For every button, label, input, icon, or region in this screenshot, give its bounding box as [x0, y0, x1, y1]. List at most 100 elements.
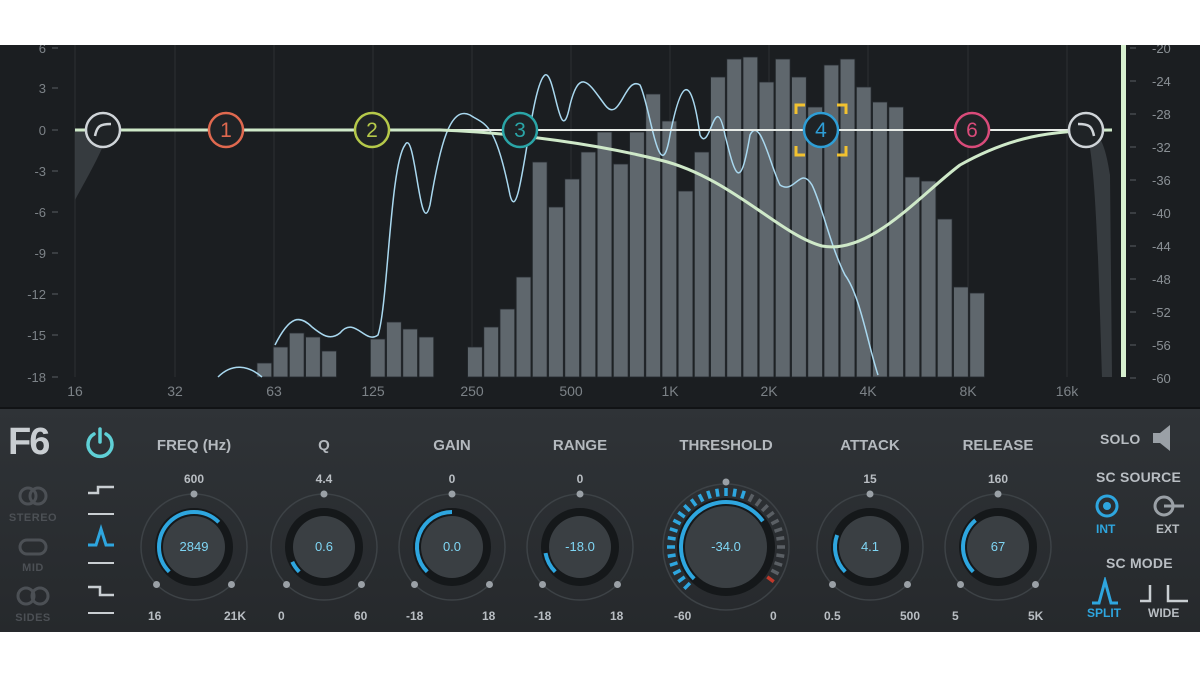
y-right-label: -52 [1152, 305, 1171, 320]
x-label: 1K [661, 383, 679, 399]
band-node-highcut[interactable] [1067, 111, 1105, 149]
spectrum-bar [645, 93, 661, 378]
int-icon[interactable] [1094, 493, 1120, 519]
band-node-label: 3 [514, 119, 526, 142]
logo: F6 [8, 421, 50, 463]
x-label: 32 [167, 383, 183, 399]
spectrum-bar [418, 336, 435, 378]
x-label: 2K [760, 383, 778, 399]
bell-icon [88, 523, 114, 547]
ext-label[interactable]: EXT [1156, 522, 1179, 536]
wide-icon[interactable] [1138, 579, 1190, 605]
y-left-label: -9 [34, 246, 46, 261]
band-node-band6[interactable]: 6 [953, 111, 991, 149]
spectrum-bar [742, 56, 759, 378]
y-right-label: -24 [1152, 74, 1171, 89]
param-min: 16 [148, 609, 162, 623]
sides-label[interactable]: SIDES [8, 612, 58, 624]
spectrum-bar [937, 218, 953, 378]
param-min: -60 [674, 609, 692, 623]
y-left-label: 6 [39, 45, 46, 56]
f6-plugin-window: 6 3 0 -3 -6 -9 -12 -15 -18 -20 -24 -28 -32 -36 -40 -44… [0, 45, 1200, 633]
band-node-lowcut[interactable] [84, 111, 122, 149]
mid-label[interactable]: MID [8, 562, 58, 574]
param-max: 60 [354, 609, 368, 623]
ext-icon[interactable] [1152, 493, 1186, 519]
band-node-band1[interactable]: 1 [207, 111, 245, 149]
spectrum-bar [661, 120, 678, 378]
x-label: 125 [361, 383, 385, 399]
spectrum-bar [888, 106, 904, 378]
band-node-band3[interactable]: 3 [501, 111, 539, 149]
param-max: 18 [610, 609, 624, 623]
spectrum-bar [580, 151, 597, 378]
spectrum-bar [596, 131, 613, 378]
param-value[interactable]: 67 [968, 539, 1028, 554]
eq-display[interactable]: 6 3 0 -3 -6 -9 -12 -15 -18 -20 -24 -28 -32 -36 -40 -44… [0, 45, 1200, 407]
spectrum-bar [953, 286, 969, 378]
spectrum-bar [564, 178, 580, 378]
spectrum-bar [515, 276, 532, 378]
band-type-selector[interactable] [86, 483, 116, 633]
spectrum-graph[interactable]: 630-3-6-9-12-15-18 -20-24-28-32-36-40-44… [0, 45, 1200, 407]
split-label[interactable]: SPLIT [1087, 606, 1121, 620]
int-label[interactable]: INT [1096, 522, 1115, 536]
cut-icon [88, 585, 114, 597]
band-node-label: 6 [966, 119, 978, 142]
spectrum-bar [791, 76, 807, 378]
output-meter [1121, 45, 1126, 377]
speaker-icon[interactable] [1150, 423, 1176, 453]
y-left-label: -18 [27, 370, 46, 385]
x-label: 63 [266, 383, 282, 399]
spectrum-bar [694, 151, 710, 378]
spectrum-bar [677, 190, 694, 378]
shelf-icon [88, 485, 114, 495]
stereo-icon[interactable] [13, 484, 53, 514]
param-value[interactable]: 4.1 [840, 539, 900, 554]
param-min: 0.5 [824, 609, 841, 623]
spectrum-bar [305, 336, 321, 378]
param-label: THRESHOLD [679, 437, 773, 454]
stereo-label[interactable]: STEREO [8, 512, 58, 524]
y-left-label: -3 [34, 164, 46, 179]
y-left-label: -6 [34, 205, 46, 220]
param-value[interactable]: 2849 [164, 539, 224, 554]
split-icon[interactable] [1090, 577, 1120, 605]
spectrum-bar [321, 350, 337, 378]
spectrum-bar [369, 338, 386, 378]
band-node-band2[interactable]: 2 [353, 111, 391, 149]
wide-label[interactable]: WIDE [1148, 606, 1179, 620]
param-value[interactable]: 0.6 [294, 539, 354, 554]
mid-icon[interactable] [13, 535, 53, 563]
param-min: -18 [534, 609, 552, 623]
param-value[interactable]: -18.0 [550, 539, 610, 554]
band-node-label: 1 [220, 119, 232, 142]
spectrum-bar [288, 332, 305, 378]
spectrum-bar [758, 81, 775, 378]
param-max: 5K [1028, 609, 1044, 623]
spectrum-bar [629, 131, 645, 378]
sc-source-label: SC SOURCE [1096, 469, 1182, 485]
y-left-label: 3 [39, 81, 46, 96]
param-value[interactable]: 0.0 [422, 539, 482, 554]
highcut-fill [1086, 131, 1112, 377]
y-right-label: -20 [1152, 45, 1171, 56]
spectrum-bar [775, 58, 791, 378]
spectrum-bar [839, 58, 856, 378]
y-left-label: -12 [27, 287, 46, 302]
y-axis-left: 6 3 0 -3 -6 -9 -12 -15 -18 [27, 45, 58, 385]
spectrum-bar [272, 346, 289, 378]
y-right-label: -60 [1152, 371, 1171, 386]
param-value[interactable]: -34.0 [696, 539, 756, 554]
param-label: RANGE [552, 437, 608, 454]
spectrum-bar [402, 328, 418, 378]
sides-icon[interactable] [13, 584, 53, 612]
y-right-label: -56 [1152, 338, 1171, 353]
param-max: 21K [224, 609, 247, 623]
spectrum-bar [823, 64, 840, 378]
param-label: Q [318, 437, 330, 454]
y-left-label: 0 [39, 123, 46, 138]
y-left-label: -15 [27, 328, 46, 343]
power-icon[interactable] [82, 425, 118, 461]
solo-label[interactable]: SOLO [1100, 431, 1140, 447]
